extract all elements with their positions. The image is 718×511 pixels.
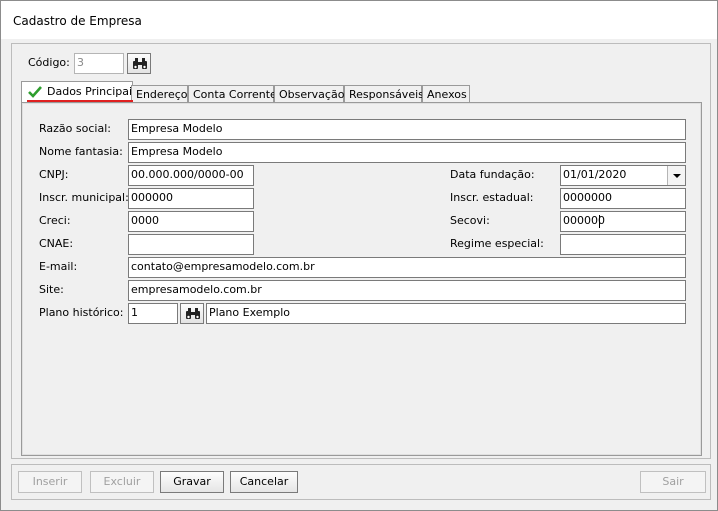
sair-button[interactable]: Sair [640,471,706,493]
tab-conta-corrente-label: Conta Corrente [193,88,277,101]
tab-observacao[interactable]: Observação [274,85,344,103]
window-title: Cadastro de Empresa [13,14,142,28]
secovi-label: Secovi: [450,214,490,227]
inscr-municipal-field[interactable]: 000000 [128,188,254,209]
checkmark-icon [28,86,42,98]
tab-anexos-label: Anexos [427,88,467,101]
tab-conta-corrente[interactable]: Conta Corrente [188,85,277,103]
cnpj-label: CNPJ: [39,168,69,181]
nome-fantasia-label: Nome fantasia: [39,145,123,158]
codigo-search-button[interactable] [127,53,151,74]
tab-observacao-label: Observação [279,88,345,101]
data-fundacao-value: 01/01/2020 [563,168,627,181]
gravar-button[interactable]: Gravar [160,471,224,493]
binoculars-icon [186,308,200,319]
nome-fantasia-field[interactable]: Empresa Modelo [128,142,686,163]
text-caret [599,215,600,228]
razao-social-field[interactable]: Empresa Modelo [128,119,686,140]
tab-dados-principais-label: Dados Principais [47,85,138,98]
site-label: Site: [39,283,64,296]
cnae-field[interactable] [128,234,254,255]
data-fundacao-combo[interactable]: 01/01/2020 [560,165,686,186]
data-fundacao-label: Data fundação: [450,168,535,181]
tab-anexos[interactable]: Anexos [422,85,470,103]
excluir-button[interactable]: Excluir [90,471,154,493]
codigo-field[interactable]: 3 [74,53,124,74]
email-field[interactable]: contato@empresamodelo.com.br [128,257,686,278]
tab-endereco-label: Endereço [136,88,188,101]
tab-endereco[interactable]: Endereço [131,85,188,103]
plano-historico-search-button[interactable] [180,303,204,324]
email-label: E-mail: [39,260,78,273]
creci-field[interactable]: 0000 [128,211,254,232]
regime-especial-field[interactable] [560,234,686,255]
binoculars-icon [133,58,147,69]
codigo-label: Código: [28,56,70,69]
tab-responsaveis-label: Responsáveis [349,88,424,101]
creci-label: Creci: [39,214,71,227]
inscr-estadual-label: Inscr. estadual: [450,191,534,204]
inserir-button[interactable]: Inserir [18,471,82,493]
regime-especial-label: Regime especial: [450,237,544,250]
cancelar-button[interactable]: Cancelar [230,471,298,493]
footer-toolbar: Inserir Excluir Gravar Cancelar Sair [11,464,711,500]
inscr-municipal-label: Inscr. municipal: [39,191,129,204]
company-registration-window: Cadastro de Empresa Código: 3 Dados Prin… [0,0,718,511]
cnpj-field[interactable]: 00.000.000/0000-00 [128,165,254,186]
tab-responsaveis[interactable]: Responsáveis [344,85,424,103]
secovi-field[interactable]: 000000 [560,211,686,232]
cnae-label: CNAE: [39,237,74,250]
plano-historico-label: Plano histórico: [39,306,124,319]
plano-historico-code-field[interactable]: 1 [128,303,178,324]
title-bar: Cadastro de Empresa [1,1,717,39]
plano-historico-name-field[interactable]: Plano Exemplo [206,303,686,324]
razao-social-label: Razão social: [39,122,111,135]
chevron-down-icon[interactable] [667,166,685,185]
site-field[interactable]: empresamodelo.com.br [128,280,686,301]
inscr-estadual-field[interactable]: 0000000 [560,188,686,209]
